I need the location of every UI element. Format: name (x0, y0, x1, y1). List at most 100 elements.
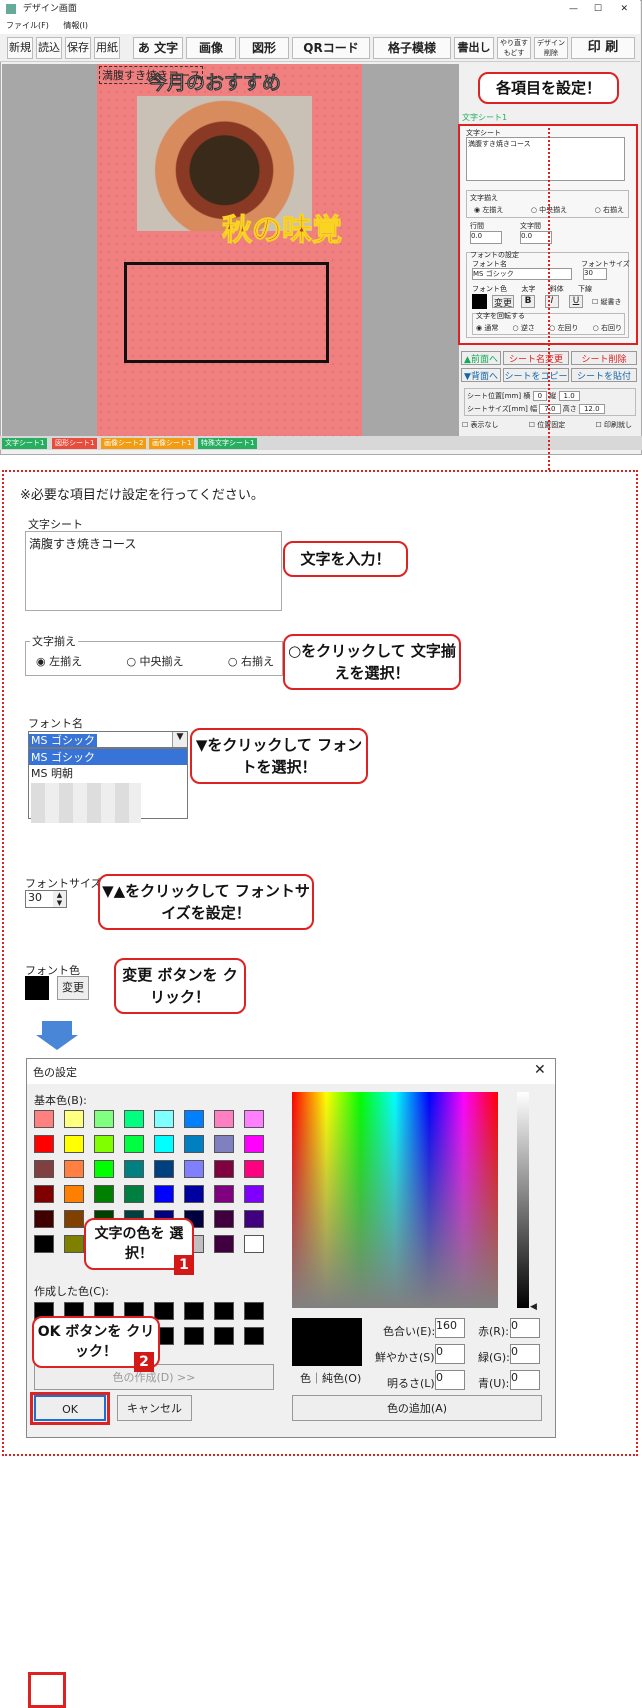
zoom-align-right-radio[interactable]: ○ 右揃え (228, 653, 274, 669)
font-option-gothic[interactable]: MS ゴシック (29, 749, 187, 765)
basic-color-swatch[interactable] (34, 1135, 54, 1153)
basic-color-swatch[interactable] (94, 1160, 114, 1178)
basic-color-swatch[interactable] (124, 1160, 144, 1178)
basic-color-swatch[interactable] (64, 1210, 84, 1228)
add-color-button[interactable]: 色の追加(A) (292, 1395, 542, 1421)
basic-color-swatch[interactable] (64, 1185, 84, 1203)
basic-color-swatch[interactable] (124, 1135, 144, 1153)
close-button[interactable]: ✕ (620, 0, 628, 18)
paper-button[interactable]: 用紙 (94, 37, 120, 59)
print-button[interactable]: 印 刷 (571, 37, 635, 59)
blue-input[interactable]: 0 (510, 1370, 540, 1390)
basic-color-swatch[interactable] (214, 1210, 234, 1228)
maximize-button[interactable]: ☐ (594, 0, 602, 18)
shape-tool-button[interactable]: 図形 (239, 37, 289, 59)
basic-color-swatch[interactable] (94, 1135, 114, 1153)
rotate-left-radio[interactable]: ○ 左回り (549, 323, 578, 333)
align-right-radio[interactable]: ○ 右揃え (595, 205, 624, 215)
paste-sheet-button[interactable]: シートを貼付 (571, 368, 637, 382)
send-back-button[interactable]: ▼背面へ (461, 368, 501, 382)
basic-color-swatch[interactable] (64, 1135, 84, 1153)
grid-pattern-button[interactable]: 格子模様 (373, 37, 451, 59)
line-gap-input[interactable]: 0.0 (470, 231, 502, 244)
zoom-change-button[interactable]: 変更 (57, 976, 89, 1000)
vertical-writing-checkbox[interactable]: ☐ 縦書き (592, 297, 622, 307)
basic-color-swatch[interactable] (184, 1110, 204, 1128)
delete-design-button[interactable]: デザイン 削除 (534, 37, 568, 59)
tab-image-sheet-2[interactable]: 画像シート2 (101, 438, 147, 449)
copy-sheet-button[interactable]: シートをコピー (503, 368, 569, 382)
font-color-change-button[interactable]: 変更 (492, 295, 514, 309)
bring-front-button[interactable]: ▲前面へ (461, 351, 501, 365)
basic-color-swatch[interactable] (154, 1185, 174, 1203)
custom-color-swatch[interactable] (214, 1302, 234, 1320)
basic-color-swatch[interactable] (184, 1135, 204, 1153)
tab-shape-sheet-1[interactable]: 図形シート1 (52, 438, 98, 449)
font-select[interactable]: MS ゴシック (472, 268, 572, 280)
basic-color-swatch[interactable] (184, 1185, 204, 1203)
basic-color-swatch[interactable] (214, 1185, 234, 1203)
basic-color-swatch[interactable] (244, 1210, 264, 1228)
custom-color-swatch[interactable] (184, 1327, 204, 1345)
chevron-down-icon[interactable]: ▼ (172, 732, 187, 747)
no-print-checkbox[interactable]: ☐ 印刷就し (595, 420, 632, 430)
rotate-right-radio[interactable]: ○ 右回り (593, 323, 622, 333)
basic-color-swatch[interactable] (64, 1160, 84, 1178)
basic-color-swatch[interactable] (64, 1110, 84, 1128)
color-spectrum[interactable] (292, 1092, 498, 1308)
basic-color-swatch[interactable] (214, 1160, 234, 1178)
dialog-close-icon[interactable]: ✕ (534, 1062, 546, 1078)
open-button[interactable]: 読込 (36, 37, 62, 59)
qrcode-tool-button[interactable]: QRコード (292, 37, 370, 59)
rotate-normal-radio[interactable]: ◉ 通常 (476, 323, 498, 333)
custom-color-swatch[interactable] (244, 1327, 264, 1345)
basic-color-swatch[interactable] (244, 1235, 264, 1253)
red-input[interactable]: 0 (510, 1318, 540, 1338)
save-button[interactable]: 保存 (65, 37, 91, 59)
basic-color-swatch[interactable] (244, 1160, 264, 1178)
custom-color-swatch[interactable] (244, 1302, 264, 1320)
basic-color-swatch[interactable] (34, 1110, 54, 1128)
height-input[interactable]: 12.0 (578, 404, 605, 414)
basic-color-swatch[interactable] (184, 1160, 204, 1178)
custom-color-swatch[interactable] (154, 1302, 174, 1320)
rectangle-shape[interactable] (124, 262, 329, 363)
basic-color-swatch[interactable] (34, 1210, 54, 1228)
luminance-slider[interactable] (517, 1092, 529, 1308)
lock-position-checkbox[interactable]: ☐ 位置固定 (529, 420, 566, 430)
spinner-icon[interactable]: ▲ ▼ (53, 891, 66, 907)
cancel-button[interactable]: キャンセル (117, 1395, 192, 1421)
minimize-button[interactable]: — (569, 0, 578, 18)
sat-input[interactable]: 0 (435, 1344, 465, 1364)
export-button[interactable]: 書出し (454, 37, 494, 59)
basic-color-swatch[interactable] (244, 1110, 264, 1128)
luminance-pointer-icon[interactable]: ◀ (530, 1302, 537, 1312)
zoom-text-input[interactable]: 満腹すき焼きコース (25, 531, 282, 611)
basic-color-swatch[interactable] (214, 1135, 234, 1153)
green-input[interactable]: 0 (510, 1344, 540, 1364)
zoom-align-center-radio[interactable]: ○ 中央揃え (126, 653, 183, 669)
basic-color-swatch[interactable] (214, 1110, 234, 1128)
basic-color-swatch[interactable] (124, 1110, 144, 1128)
text-sheet-input[interactable]: 満腹すき焼きコース (466, 137, 625, 181)
pos-y-input[interactable]: 1.0 (558, 391, 580, 401)
pos-x-input[interactable]: 0 (532, 391, 548, 401)
basic-color-swatch[interactable] (244, 1135, 264, 1153)
font-size-input[interactable]: 30 (583, 268, 607, 280)
basic-color-swatch[interactable] (154, 1135, 174, 1153)
custom-color-swatch[interactable] (184, 1302, 204, 1320)
underline-button[interactable]: U (569, 295, 583, 308)
lum-input[interactable]: 0 (435, 1370, 465, 1390)
bold-button[interactable]: B (521, 295, 535, 308)
custom-color-swatch[interactable] (214, 1327, 234, 1345)
tab-text-sheet-1[interactable]: 文字シート1 (2, 438, 48, 449)
basic-color-swatch[interactable] (34, 1235, 54, 1253)
basic-color-swatch[interactable] (94, 1110, 114, 1128)
align-left-radio[interactable]: ◉ 左揃え (474, 205, 503, 215)
hide-checkbox[interactable]: ☐ 表示なし (462, 420, 499, 430)
menu-file[interactable]: ファイル(F) (6, 21, 49, 30)
basic-color-swatch[interactable] (34, 1160, 54, 1178)
basic-color-swatch[interactable] (64, 1235, 84, 1253)
zoom-align-left-radio[interactable]: ◉ 左揃え (36, 653, 82, 669)
basic-color-swatch[interactable] (214, 1235, 234, 1253)
